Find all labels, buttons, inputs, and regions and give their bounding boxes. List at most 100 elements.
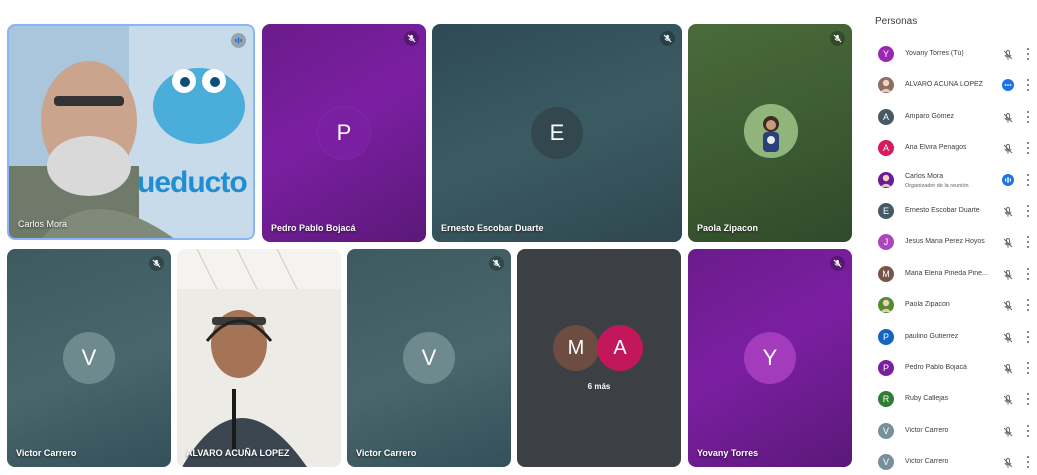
avatar: M <box>878 265 894 282</box>
more-vert-icon[interactable] <box>1025 424 1031 437</box>
avatar: V <box>878 454 894 471</box>
people-panel: Personas Y Yovany Torres (Tú) ALVARO ACUÑA… <box>862 0 1037 475</box>
avatar: M <box>553 325 599 371</box>
video-feed <box>177 249 341 467</box>
mic-off-icon <box>830 31 845 46</box>
avatar <box>744 104 798 158</box>
people-list-item[interactable]: V Victor Carrero <box>862 446 1037 475</box>
participant-name: Pedro Pablo Bojacá <box>271 223 356 233</box>
mic-off-icon <box>1002 268 1014 280</box>
participant-tile[interactable]: Paola Zipacon <box>688 24 852 242</box>
mic-off-icon <box>1002 111 1014 123</box>
video-feed <box>9 26 253 238</box>
mic-off-icon <box>489 256 504 271</box>
more-vert-icon[interactable] <box>1025 393 1031 406</box>
more-vert-icon[interactable] <box>1025 456 1031 469</box>
logo-text: ueducto <box>137 166 248 199</box>
participant-role: Organizador de la reunión <box>905 182 969 189</box>
avatar: V <box>878 422 894 439</box>
more-count: 6 más <box>587 382 611 391</box>
mic-off-icon <box>1002 425 1014 437</box>
avatar: V <box>63 332 115 384</box>
participant-name: Yovany Torres <box>697 448 759 458</box>
participant-name: Ernesto Escobar Duarte <box>905 207 980 214</box>
people-list-item[interactable]: ALVARO ACUÑA LOPEZ <box>862 69 1037 101</box>
panel-title: Personas <box>875 16 918 27</box>
participant-name: paulino Gutierrez <box>905 332 959 340</box>
mic-off-icon <box>830 256 845 271</box>
avatar <box>878 77 894 94</box>
more-vert-icon[interactable] <box>1025 142 1031 155</box>
mic-off-icon <box>1002 48 1014 60</box>
mic-off-icon <box>1002 456 1014 468</box>
people-list-item[interactable]: A Amparo Gómez <box>862 101 1037 133</box>
participant-name: Yovany Torres (Tú) <box>905 50 964 57</box>
more-vert-icon[interactable] <box>1025 205 1031 217</box>
avatar <box>878 297 894 314</box>
people-list-item[interactable]: Y Yovany Torres (Tú) <box>862 38 1037 70</box>
participant-name: Maria Elena Pineda Pine... <box>905 269 988 277</box>
avatar: P <box>318 107 370 159</box>
more-vert-icon[interactable] <box>1025 79 1031 92</box>
more-vert-icon[interactable] <box>1025 330 1031 343</box>
more-vert-icon[interactable] <box>1025 299 1031 312</box>
participant-name: Carlos Mora <box>18 219 68 229</box>
participant-name: Paola Zipacon <box>905 301 950 309</box>
participant-name: Ana Elvira Penagos <box>905 144 967 152</box>
mic-off-icon <box>1002 393 1014 406</box>
people-list-item[interactable]: Paola Zipacon <box>862 289 1037 321</box>
video-grid: ueducto Carlos Mora P Pedro Pablo Bojacá… <box>0 0 862 475</box>
participant-name: Victor Carrero <box>16 448 77 458</box>
speaking-indicator-icon <box>231 33 246 48</box>
people-list-item[interactable]: P Pedro Pablo Bojacá <box>862 352 1037 384</box>
participant-tile[interactable]: E Ernesto Escobar Duarte <box>432 24 682 242</box>
participant-tile[interactable]: ueducto Carlos Mora <box>7 24 255 240</box>
people-list-item[interactable]: J Jesus Maria Perez Hoyos <box>862 226 1037 258</box>
participant-name: Victor Carrero <box>905 458 949 466</box>
participant-name: Pedro Pablo Bojacá <box>905 364 967 371</box>
participant-name: Carlos Mora <box>905 172 944 180</box>
mic-off-icon <box>1002 205 1014 217</box>
participant-tile[interactable]: Y Yovany Torres <box>688 249 852 467</box>
mic-off-icon <box>1002 236 1014 249</box>
participant-name: ALVARO ACUÑA LOPEZ <box>186 448 290 458</box>
participant-tile[interactable]: V Victor Carrero <box>347 249 511 467</box>
avatar: P <box>878 360 894 376</box>
people-list-item[interactable]: Ppaulino Gutierrez <box>862 321 1037 353</box>
more-vert-icon[interactable] <box>1025 173 1031 186</box>
people-list-item[interactable]: E Ernesto Escobar Duarte <box>862 195 1037 227</box>
people-list-item[interactable]: R Ruby Callejas <box>862 383 1037 415</box>
mic-off-icon <box>149 256 164 271</box>
more-participants-tile[interactable]: M A 6 más <box>517 249 681 467</box>
people-list-item[interactable]: M Maria Elena Pineda Pine... <box>862 258 1037 290</box>
people-list-item[interactable]: V Victor Carrero <box>862 415 1037 447</box>
avatar: A <box>597 325 643 371</box>
avatar: J <box>878 234 894 251</box>
more-vert-icon[interactable] <box>1025 362 1031 374</box>
avatar <box>878 171 894 188</box>
people-list-item[interactable]: A Ana Elvira Penagos <box>862 132 1037 164</box>
avatar: Y <box>878 46 894 62</box>
avatar: A <box>878 108 894 125</box>
avatar: E <box>878 203 894 219</box>
more-vert-icon[interactable] <box>1025 267 1031 280</box>
avatar: A <box>878 140 894 157</box>
mic-off-icon <box>660 31 675 46</box>
avatar: V <box>403 332 455 384</box>
participant-name: Paola Zipacon <box>697 223 759 233</box>
participant-tile[interactable]: V Victor Carrero <box>7 249 171 467</box>
more-vert-icon[interactable] <box>1025 48 1031 60</box>
participant-name: Jesus Maria Perez Hoyos <box>905 238 985 246</box>
mic-off-icon <box>1002 331 1014 343</box>
more-vert-icon[interactable] <box>1025 236 1031 249</box>
mic-off-icon <box>404 31 419 46</box>
more-vert-icon[interactable] <box>1025 110 1031 123</box>
participant-tile[interactable]: ALVARO ACUÑA LOPEZ <box>177 249 341 467</box>
mic-off-icon <box>1002 362 1014 374</box>
more-options-icon[interactable] <box>1002 79 1014 92</box>
participant-tile[interactable]: P Pedro Pablo Bojacá <box>262 24 426 242</box>
speaking-indicator-icon <box>1002 173 1014 186</box>
participant-name: Victor Carrero <box>905 426 949 434</box>
people-list-item[interactable]: Carlos Mora Organizador de la reunión <box>862 164 1037 196</box>
mic-off-icon <box>1002 299 1014 311</box>
